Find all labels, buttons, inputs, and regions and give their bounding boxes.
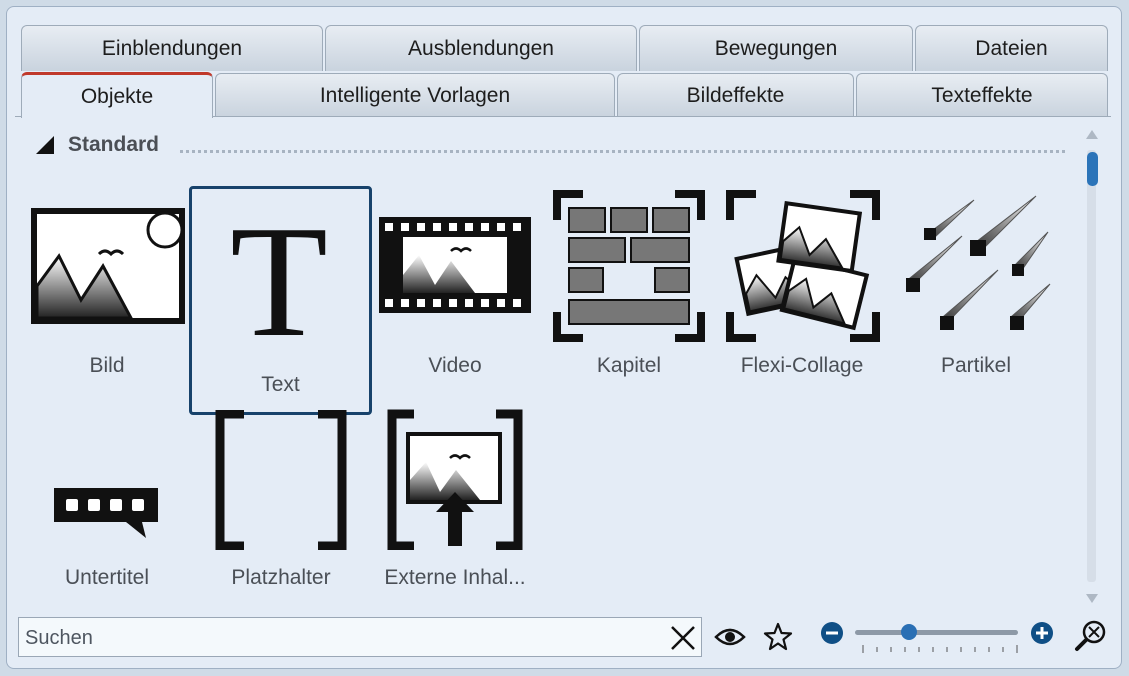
eye-icon[interactable]: [714, 623, 746, 651]
star-icon[interactable]: [762, 621, 794, 653]
item-platzhalter[interactable]: Platzhalter: [196, 404, 366, 600]
item-label: Text: [261, 373, 300, 396]
section-divider: [180, 150, 1065, 153]
section-title: Standard: [68, 133, 160, 156]
scroll-up-icon[interactable]: [1086, 130, 1098, 139]
clear-search-icon[interactable]: [669, 624, 697, 652]
scroll-thumb[interactable]: [1087, 152, 1098, 186]
item-partikel[interactable]: Partikel: [892, 190, 1060, 390]
image-icon: [31, 208, 185, 324]
item-label: Bild: [89, 354, 125, 377]
item-label: Untertitel: [64, 566, 150, 589]
collapse-triangle-icon[interactable]: [36, 136, 54, 154]
item-video[interactable]: Video: [372, 190, 538, 390]
particle-icon: [906, 195, 1051, 330]
item-label: Platzhalter: [231, 566, 331, 589]
zoom-in-icon[interactable]: [1030, 621, 1054, 645]
text-icon: T: [230, 207, 328, 347]
collage-icon: [726, 190, 880, 342]
tab-texteffekte[interactable]: Texteffekte: [856, 73, 1108, 117]
tab-ausblendungen[interactable]: Ausblendungen: [325, 25, 637, 71]
chapter-icon: [553, 190, 705, 342]
search-box[interactable]: [18, 617, 702, 657]
item-label: Flexi-Collage: [740, 354, 864, 377]
external-content-icon: [387, 409, 523, 550]
item-label: Externe Inhal...: [384, 566, 526, 589]
tab-bildeffekte[interactable]: Bildeffekte: [617, 73, 854, 117]
item-kapitel[interactable]: Kapitel: [545, 190, 713, 390]
item-label: Partikel: [940, 354, 1012, 377]
item-label: Video: [428, 354, 482, 377]
scroll-down-icon[interactable]: [1086, 594, 1098, 603]
item-bild[interactable]: Bild: [22, 190, 192, 390]
svg-text:T: T: [230, 207, 328, 347]
section-header-standard[interactable]: Standard: [36, 133, 159, 157]
video-icon: [379, 217, 531, 313]
tab-einblendungen[interactable]: Einblendungen: [21, 25, 323, 71]
placeholder-icon: [215, 410, 347, 550]
item-externe-inhalte[interactable]: Externe Inhal...: [370, 404, 540, 600]
zoom-slider-track[interactable]: [855, 630, 1018, 635]
tab-objekte[interactable]: Objekte: [21, 72, 213, 118]
zoom-slider-thumb[interactable]: [900, 624, 917, 640]
item-flexi-collage[interactable]: Flexi-Collage: [718, 190, 886, 390]
zoom-out-icon[interactable]: [820, 621, 844, 645]
zoom-reset-icon[interactable]: [1074, 619, 1108, 653]
item-text[interactable]: T Text: [189, 186, 372, 415]
zoom-slider-ticks: [862, 645, 1018, 653]
tab-dateien[interactable]: Dateien: [915, 25, 1108, 71]
subtitle-icon: [54, 488, 158, 538]
scroll-track[interactable]: [1087, 150, 1096, 582]
item-untertitel[interactable]: Untertitel: [22, 404, 192, 600]
vertical-scrollbar[interactable]: [1084, 128, 1102, 606]
item-label: Kapitel: [596, 354, 662, 377]
tab-intelligente-vorlagen[interactable]: Intelligente Vorlagen: [215, 73, 615, 117]
tab-bewegungen[interactable]: Bewegungen: [639, 25, 913, 71]
search-input[interactable]: [23, 622, 667, 654]
